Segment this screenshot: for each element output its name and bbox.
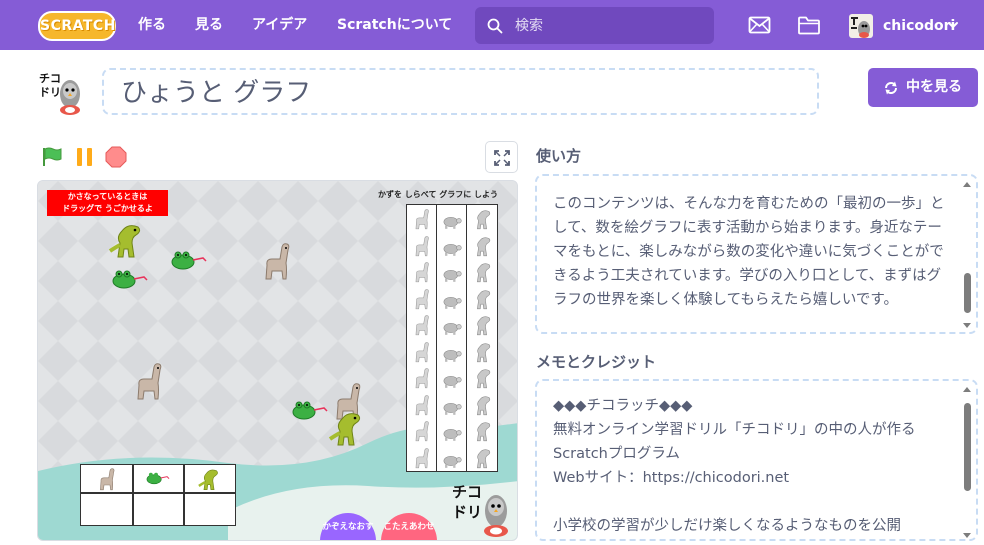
- frog-sprite[interactable]: [110, 267, 150, 291]
- mascot-text-line1: チコ: [452, 483, 482, 501]
- notes-heading: メモとクレジット: [536, 353, 657, 371]
- table-divider: [183, 465, 185, 525]
- svg-text:チコ: チコ: [39, 72, 61, 85]
- see-inside-button[interactable]: 中を見る: [868, 68, 978, 107]
- drag-hint-line1: かさなっているときは: [67, 192, 148, 201]
- frog-sprite[interactable]: [169, 248, 209, 272]
- turtle-icon: [443, 455, 462, 468]
- instructions-heading: 使い方: [536, 147, 582, 165]
- pause-icon[interactable]: [74, 146, 96, 168]
- dinosaur-icon: [477, 289, 491, 309]
- turtle-icon: [443, 322, 462, 335]
- instructions-scroll-thumb[interactable]: [964, 273, 971, 313]
- fullscreen-button[interactable]: [485, 141, 518, 173]
- user-avatar[interactable]: [849, 14, 873, 38]
- instructions-text: このコンテンツは、そんな力を育むための「最初の一歩」として、数を絵グラフに表す活…: [553, 196, 945, 308]
- dinosaur-icon: [477, 342, 491, 362]
- tally-table: [80, 464, 236, 526]
- notes-text: ◆◆◆チコラッチ◆◆◆ 無料オンライン学習ドリル「チコドリ」の中の人が作るScr…: [553, 398, 916, 534]
- llama-icon: [415, 368, 429, 389]
- search-bar[interactable]: [475, 7, 714, 44]
- dinosaur-sprite[interactable]: [328, 409, 364, 447]
- table-divider: [81, 492, 235, 494]
- llama-icon: [100, 468, 115, 491]
- llama-icon: [415, 447, 429, 468]
- remix-arrows-icon: [885, 81, 897, 95]
- project-author-avatar[interactable]: チコ ドリ: [37, 68, 85, 116]
- top-nav-bar: SCRATCH 作る 見る アイデア Scratchについて chicodori: [0, 0, 984, 50]
- project-stage[interactable]: かさなっているときは ドラッグで うごかせるよ かずを しらべて グラフに しよ…: [37, 180, 518, 541]
- notes-scrollbar[interactable]: [962, 385, 972, 539]
- turtle-icon: [443, 375, 462, 388]
- see-inside-label: 中を見る: [906, 79, 962, 95]
- llama-icon: [415, 394, 429, 415]
- llama-icon: [415, 288, 429, 309]
- scratch-logo[interactable]: SCRATCH: [38, 11, 116, 41]
- turtle-icon: [443, 349, 462, 362]
- llama-icon: [415, 262, 429, 283]
- chevron-down-icon[interactable]: [947, 20, 959, 30]
- turtle-icon: [443, 296, 462, 309]
- dinosaur-icon: [477, 369, 491, 389]
- frog-sprite[interactable]: [290, 398, 330, 422]
- llama-icon: [415, 421, 429, 442]
- messages-icon[interactable]: [748, 14, 771, 36]
- mascot-text-line2: ドリ: [452, 503, 482, 521]
- dinosaur-icon: [477, 316, 491, 336]
- chicodori-mascot: チコ ドリ: [450, 477, 512, 537]
- drag-hint-line2: ドラッグで うごかせるよ: [62, 204, 153, 213]
- table-divider: [132, 465, 134, 525]
- search-input[interactable]: [515, 15, 705, 37]
- svg-text:ドリ: ドリ: [39, 86, 61, 99]
- drag-hint-note: かさなっているときは ドラッグで うごかせるよ: [47, 190, 168, 216]
- dinosaur-icon: [198, 469, 218, 491]
- frog-icon: [146, 472, 170, 485]
- dinosaur-icon: [477, 395, 491, 415]
- nav-create[interactable]: 作る: [138, 0, 166, 50]
- llama-icon: [415, 341, 429, 362]
- dinosaur-sprite[interactable]: [108, 221, 144, 259]
- bird-mascot-icon: [851, 17, 870, 38]
- notes-panel[interactable]: ◆◆◆チコラッチ◆◆◆ 無料オンライン学習ドリル「チコドリ」の中の人が作るScr…: [535, 379, 978, 541]
- turtle-icon: [443, 402, 462, 415]
- dinosaur-icon: [477, 448, 491, 468]
- recount-label: かぞえなおす: [322, 522, 374, 532]
- stop-icon[interactable]: [105, 146, 127, 168]
- turtle-icon: [443, 243, 462, 256]
- username-label[interactable]: chicodori: [883, 0, 955, 52]
- green-flag-icon[interactable]: [41, 146, 63, 168]
- turtle-icon: [443, 216, 462, 229]
- nav-about[interactable]: Scratchについて: [337, 0, 452, 50]
- turtle-icon: [443, 269, 462, 282]
- fullscreen-icon: [494, 150, 510, 166]
- llama-icon: [415, 209, 429, 230]
- chicodori-mascot-icon: チコ ドリ: [37, 68, 85, 116]
- nav-ideas[interactable]: アイデア: [252, 0, 307, 50]
- chicodori-mascot-icon: チコ ドリ: [452, 483, 508, 537]
- dinosaur-icon: [477, 263, 491, 283]
- my-stuff-folder-icon[interactable]: [797, 14, 821, 36]
- instructions-panel[interactable]: このコンテンツは、そんな力を育むための「最初の一歩」として、数を絵グラフに表す活…: [535, 174, 978, 334]
- search-icon: [487, 18, 503, 34]
- dinosaur-icon: [477, 236, 491, 256]
- dinosaur-icon: [477, 422, 491, 442]
- project-title: ひょうと グラフ: [121, 78, 312, 108]
- llama-icon: [415, 235, 429, 256]
- check-answer-label: こたえあわせ: [383, 522, 435, 532]
- project-title-field[interactable]: ひょうと グラフ: [102, 68, 819, 115]
- llama-sprite[interactable]: [134, 361, 164, 401]
- nav-explore[interactable]: 見る: [195, 0, 223, 50]
- picture-graph: [406, 204, 498, 472]
- llama-icon: [415, 315, 429, 336]
- instructions-scrollbar[interactable]: [962, 180, 972, 330]
- dinosaur-icon: [477, 210, 491, 230]
- turtle-icon: [443, 428, 462, 441]
- graph-title: かずを しらべて グラフに しよう: [378, 190, 499, 199]
- notes-scroll-thumb[interactable]: [964, 403, 971, 491]
- llama-sprite[interactable]: [262, 241, 292, 281]
